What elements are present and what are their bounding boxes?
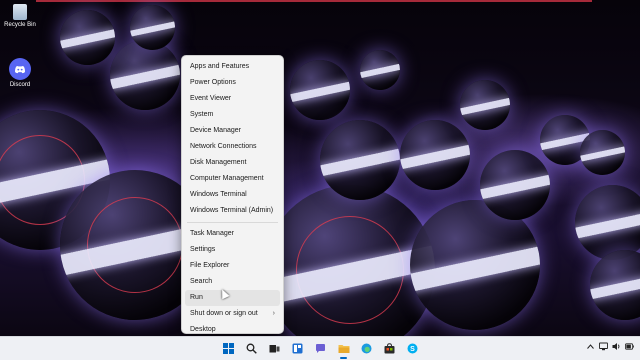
file-explorer-button[interactable] [335, 340, 352, 359]
wallpaper-sphere [360, 50, 400, 90]
store-button[interactable] [381, 340, 398, 357]
wallpaper-sphere [320, 120, 400, 200]
file-explorer-icon [338, 345, 349, 353]
chevron-right-icon: › [272, 310, 275, 317]
menu-item-computer-management[interactable]: Computer Management [185, 171, 280, 187]
menu-item-system[interactable]: System [185, 107, 280, 123]
task-view-icon [269, 345, 280, 353]
wallpaper-sphere [460, 80, 510, 130]
menu-item-apps-and-features[interactable]: Apps and Features [185, 59, 280, 75]
wallpaper-line [36, 0, 592, 2]
svg-text:S: S [410, 346, 415, 353]
widgets-button[interactable] [289, 340, 306, 357]
wallpaper-sphere [130, 5, 175, 50]
wallpaper-sphere [290, 60, 350, 120]
recycle-bin-icon [13, 4, 27, 20]
wallpaper-sphere [480, 150, 550, 220]
taskbar-search-button[interactable] [243, 340, 260, 357]
menu-item-file-explorer[interactable]: File Explorer [185, 258, 280, 274]
wallpaper-sphere [575, 185, 640, 260]
menu-separator [187, 222, 278, 223]
wallpaper-sphere [580, 130, 625, 175]
taskbar-pinned-apps: S [220, 340, 421, 359]
search-icon [246, 343, 257, 354]
menu-item-label: Shut down or sign out [190, 310, 258, 317]
desktop-icon-label: Discord [9, 82, 31, 88]
edge-button[interactable] [358, 340, 375, 357]
menu-item-network-connections[interactable]: Network Connections [185, 139, 280, 155]
chat-icon [316, 344, 325, 353]
menu-item-power-options[interactable]: Power Options [185, 75, 280, 91]
battery-icon[interactable] [625, 342, 634, 351]
winx-context-menu: Apps and Features Power Options Event Vi… [181, 55, 284, 334]
edge-icon [361, 343, 372, 354]
wallpaper-sphere [60, 10, 115, 65]
menu-item-settings[interactable]: Settings [185, 242, 280, 258]
menu-item-disk-management[interactable]: Disk Management [185, 155, 280, 171]
menu-item-shut-down-or-sign-out[interactable]: Shut down or sign out › [185, 306, 280, 322]
task-view-button[interactable] [266, 340, 283, 357]
menu-item-windows-terminal-admin[interactable]: Windows Terminal (Admin) [185, 203, 280, 219]
start-icon [223, 343, 234, 354]
menu-item-device-manager[interactable]: Device Manager [185, 123, 280, 139]
desktop-icon-discord[interactable]: Discord [0, 58, 40, 88]
widgets-icon [292, 343, 303, 354]
menu-item-task-manager[interactable]: Task Manager [185, 226, 280, 242]
store-icon [384, 343, 395, 354]
wallpaper-sphere [400, 120, 470, 190]
discord-icon [9, 58, 31, 80]
menu-item-event-viewer[interactable]: Event Viewer [185, 91, 280, 107]
menu-item-run[interactable]: Run [185, 290, 280, 306]
chat-button[interactable] [312, 340, 329, 357]
start-button[interactable] [220, 340, 237, 357]
wallpaper-sphere [590, 250, 640, 320]
skype-icon: S [407, 343, 418, 354]
menu-item-search[interactable]: Search [185, 274, 280, 290]
volume-icon[interactable] [612, 342, 621, 351]
skype-button[interactable]: S [404, 340, 421, 357]
chevron-up-icon[interactable] [586, 342, 595, 351]
system-tray [586, 342, 634, 351]
network-icon[interactable] [599, 342, 608, 351]
desktop-icon-label: Recycle Bin [4, 22, 36, 28]
desktop-icon-recycle-bin[interactable]: Recycle Bin [0, 4, 40, 28]
wallpaper-sphere [110, 40, 180, 110]
menu-item-windows-terminal[interactable]: Windows Terminal [185, 187, 280, 203]
desktop-wallpaper [0, 0, 640, 336]
taskbar: S [0, 336, 640, 360]
